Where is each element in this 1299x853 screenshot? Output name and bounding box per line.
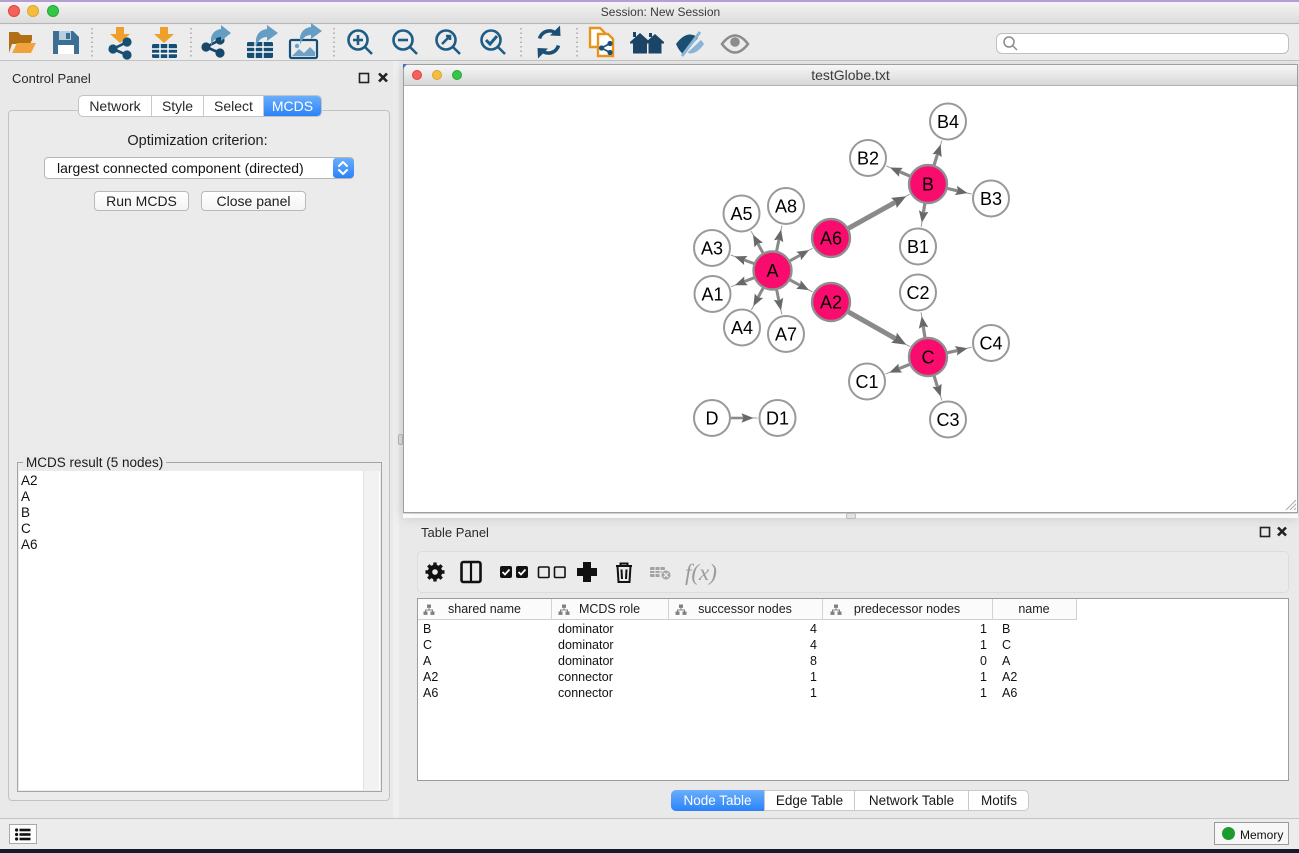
svg-text:A5: A5 xyxy=(730,204,752,224)
svg-text:f(x): f(x) xyxy=(685,560,717,585)
svg-text:B: B xyxy=(922,174,934,194)
svg-text:B1: B1 xyxy=(907,237,929,257)
svg-text:A: A xyxy=(766,261,778,281)
svg-text:D1: D1 xyxy=(766,408,789,428)
svg-text:D: D xyxy=(706,408,719,428)
svg-text:B3: B3 xyxy=(980,189,1002,209)
svg-text:B2: B2 xyxy=(857,148,879,168)
svg-text:A3: A3 xyxy=(701,238,723,258)
svg-text:C1: C1 xyxy=(855,372,878,392)
svg-text:C: C xyxy=(922,347,935,367)
svg-text:A1: A1 xyxy=(701,284,723,304)
svg-text:A8: A8 xyxy=(775,196,797,216)
svg-text:A6: A6 xyxy=(820,228,842,248)
svg-text:A2: A2 xyxy=(820,292,842,312)
svg-text:B4: B4 xyxy=(937,112,959,132)
svg-text:A7: A7 xyxy=(775,324,797,344)
svg-text:C2: C2 xyxy=(906,283,929,303)
svg-text:C4: C4 xyxy=(979,333,1002,353)
svg-text:A4: A4 xyxy=(731,318,753,338)
svg-text:C3: C3 xyxy=(936,410,959,430)
